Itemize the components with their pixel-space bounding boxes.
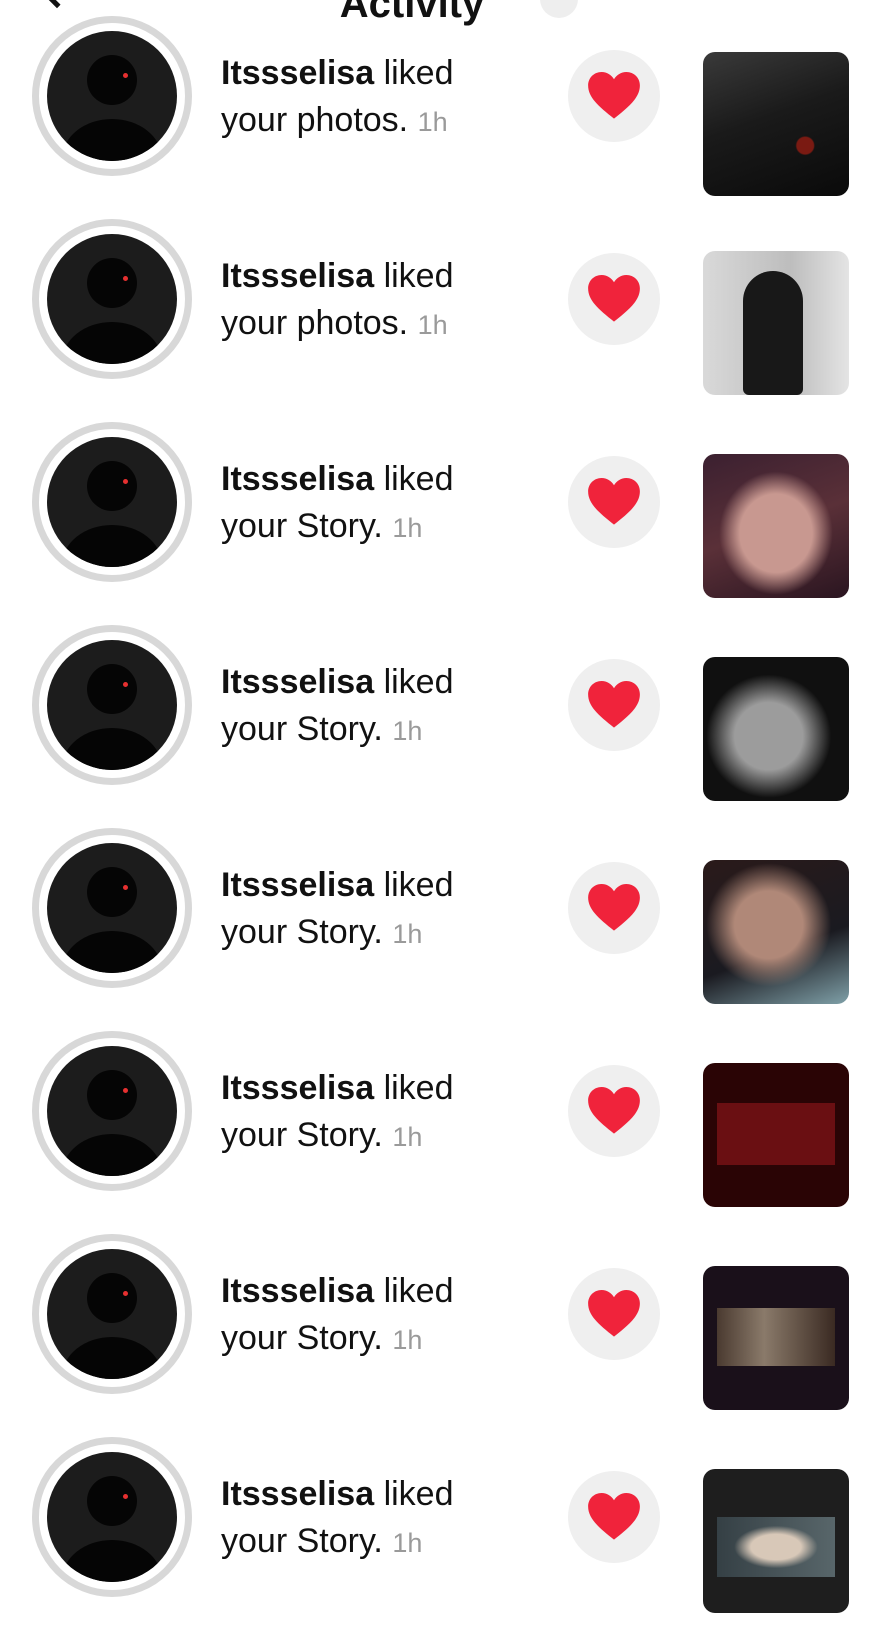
list-item[interactable]: Itssselisa liked your photos. 1h	[0, 219, 888, 422]
default-avatar-icon	[47, 640, 177, 770]
story-thumbnail[interactable]	[703, 657, 849, 801]
default-avatar-icon	[47, 437, 177, 567]
timestamp: 1h	[392, 1122, 423, 1152]
avatar[interactable]	[32, 1437, 192, 1597]
like-button[interactable]	[568, 50, 660, 142]
object: your Story.	[221, 710, 383, 748]
notification-text: Itssselisa liked your Story. 1h	[221, 862, 531, 958]
timestamp: 1h	[392, 1325, 423, 1355]
object: your photos.	[221, 304, 409, 342]
default-avatar-icon	[47, 31, 177, 161]
like-button[interactable]	[568, 456, 660, 548]
default-avatar-icon	[47, 843, 177, 973]
like-button[interactable]	[568, 1268, 660, 1360]
action: liked	[383, 663, 454, 701]
action: liked	[383, 1475, 454, 1513]
object: your Story.	[221, 1319, 383, 1357]
object: your photos.	[221, 101, 409, 139]
action: liked	[383, 1069, 454, 1107]
notification-text: Itssselisa liked your Story. 1h	[221, 1268, 531, 1364]
default-avatar-icon	[47, 1452, 177, 1582]
avatar[interactable]	[32, 1234, 192, 1394]
avatar[interactable]	[32, 16, 192, 176]
avatar[interactable]	[32, 219, 192, 379]
list-item[interactable]: Itssselisa liked your Story. 1h	[0, 1031, 888, 1234]
heart-icon	[588, 478, 640, 525]
notification-text: Itssselisa liked your Story. 1h	[221, 1065, 531, 1161]
timestamp: 1h	[392, 1528, 423, 1558]
heart-icon	[588, 72, 640, 119]
object: your Story.	[221, 913, 383, 951]
notification-text: Itssselisa liked your Story. 1h	[221, 1471, 531, 1567]
avatar[interactable]	[32, 625, 192, 785]
like-button[interactable]	[568, 253, 660, 345]
username[interactable]: Itssselisa	[221, 257, 374, 295]
object: your Story.	[221, 1522, 383, 1560]
username[interactable]: Itssselisa	[221, 866, 374, 904]
action: liked	[383, 1272, 454, 1310]
like-button[interactable]	[568, 1065, 660, 1157]
list-item[interactable]: Itssselisa liked your Story. 1h	[0, 1437, 888, 1640]
story-thumbnail[interactable]	[703, 1469, 849, 1613]
notification-text: Itssselisa liked your Story. 1h	[221, 456, 531, 552]
like-button[interactable]	[568, 862, 660, 954]
action: liked	[383, 460, 454, 498]
username[interactable]: Itssselisa	[221, 1069, 374, 1107]
avatar[interactable]	[32, 828, 192, 988]
default-avatar-icon	[47, 1249, 177, 1379]
list-item[interactable]: Itssselisa liked your Story. 1h	[0, 422, 888, 625]
heart-icon	[588, 1290, 640, 1337]
story-thumbnail[interactable]	[703, 454, 849, 598]
object: your Story.	[221, 1116, 383, 1154]
timestamp: 1h	[417, 310, 448, 340]
heart-icon	[588, 884, 640, 931]
username[interactable]: Itssselisa	[221, 663, 374, 701]
action: liked	[383, 54, 454, 92]
story-thumbnail[interactable]	[703, 1063, 849, 1207]
username[interactable]: Itssselisa	[221, 1272, 374, 1310]
notification-text: Itssselisa liked your photos. 1h	[221, 50, 531, 146]
object: your Story.	[221, 507, 383, 545]
action: liked	[383, 866, 454, 904]
like-button[interactable]	[568, 659, 660, 751]
avatar[interactable]	[32, 422, 192, 582]
story-thumbnail[interactable]	[703, 1266, 849, 1410]
like-button[interactable]	[568, 1471, 660, 1563]
post-thumbnail[interactable]	[703, 251, 849, 395]
list-item[interactable]: Itssselisa liked your photos. 1h	[0, 16, 888, 219]
heart-icon	[588, 681, 640, 728]
heart-icon	[588, 1087, 640, 1134]
avatar[interactable]	[32, 1031, 192, 1191]
list-item[interactable]: Itssselisa liked your Story. 1h	[0, 625, 888, 828]
heart-icon	[588, 1493, 640, 1540]
heart-icon	[588, 275, 640, 322]
timestamp: 1h	[417, 107, 448, 137]
list-item[interactable]: Itssselisa liked your Story. 1h	[0, 828, 888, 1031]
list-item[interactable]: Itssselisa liked your Story. 1h	[0, 1234, 888, 1437]
default-avatar-icon	[47, 234, 177, 364]
action: liked	[383, 257, 454, 295]
default-avatar-icon	[47, 1046, 177, 1176]
notification-text: Itssselisa liked your photos. 1h	[221, 253, 531, 349]
username[interactable]: Itssselisa	[221, 1475, 374, 1513]
timestamp: 1h	[392, 716, 423, 746]
username[interactable]: Itssselisa	[221, 54, 374, 92]
username[interactable]: Itssselisa	[221, 460, 374, 498]
post-thumbnail[interactable]	[703, 52, 849, 196]
timestamp: 1h	[392, 919, 423, 949]
notification-text: Itssselisa liked your Story. 1h	[221, 659, 531, 755]
story-thumbnail[interactable]	[703, 860, 849, 1004]
timestamp: 1h	[392, 513, 423, 543]
